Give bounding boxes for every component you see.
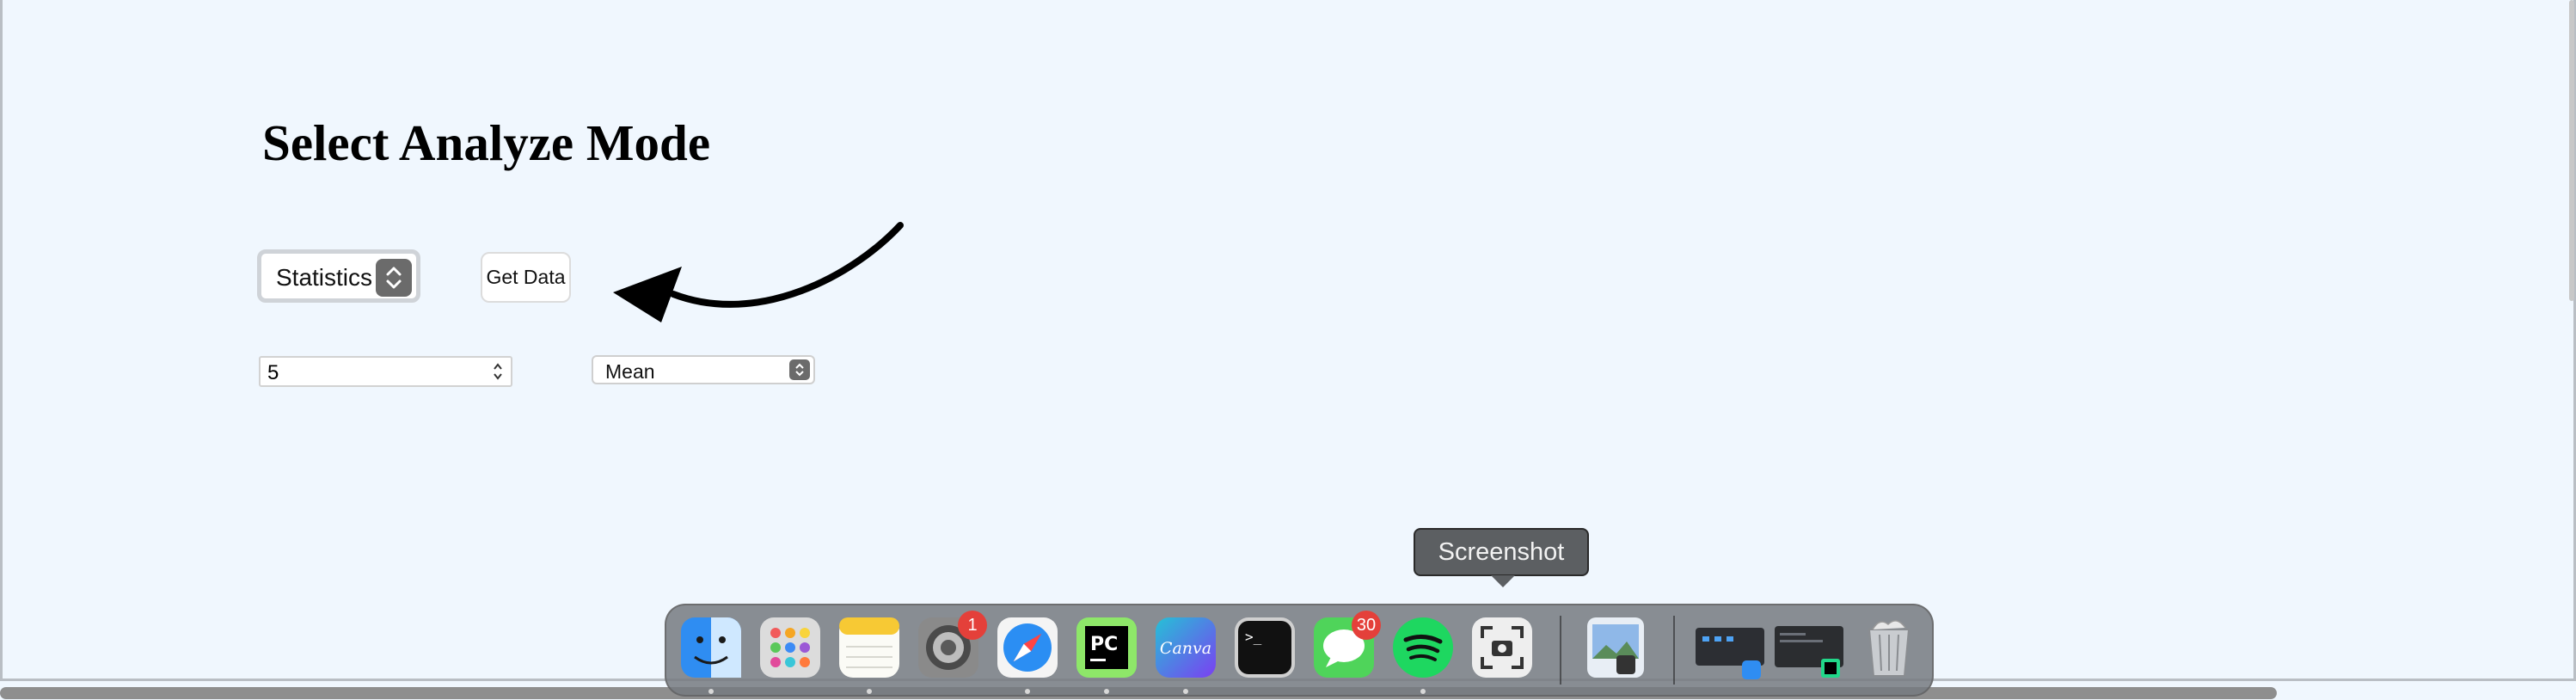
- running-indicator: [867, 689, 872, 694]
- get-data-button[interactable]: Get Data: [481, 252, 571, 303]
- notification-badge: 1: [958, 611, 987, 640]
- vertical-scrollbar[interactable]: [2569, 0, 2574, 301]
- statistic-select-value: Mean: [605, 360, 655, 383]
- dock-tooltip: Screenshot: [1414, 528, 1589, 587]
- preview-icon[interactable]: [1584, 616, 1647, 679]
- running-indicator: [1183, 689, 1188, 694]
- safari-icon[interactable]: [996, 616, 1059, 679]
- chevron-up-down-icon: [376, 259, 412, 297]
- terminal-label: >_: [1245, 629, 1262, 645]
- finder-window-icon[interactable]: [1694, 616, 1768, 679]
- terminal-icon[interactable]: >_: [1233, 616, 1297, 679]
- number-input[interactable]: 5: [259, 356, 512, 387]
- chevron-up-down-icon: [789, 359, 810, 380]
- canva-label: Canva: [1160, 639, 1211, 658]
- pycharm-icon[interactable]: PC: [1075, 616, 1138, 679]
- dock-separator: [1560, 616, 1561, 685]
- arrow-annotation: [613, 222, 904, 322]
- spotify-icon[interactable]: [1391, 616, 1455, 679]
- launchpad-icon[interactable]: [758, 616, 822, 679]
- notification-badge: 30: [1352, 611, 1381, 640]
- running-indicator: [1104, 689, 1109, 694]
- page-title: Select Analyze Mode: [262, 114, 711, 171]
- canva-icon[interactable]: Canva: [1154, 616, 1217, 679]
- web-page: Select Analyze Mode Statistics Get Data …: [0, 0, 2576, 681]
- pycharm-label: PC: [1090, 634, 1118, 655]
- finder-icon[interactable]: [679, 616, 743, 679]
- running-indicator: [1420, 689, 1426, 694]
- analyze-mode-select[interactable]: Statistics: [257, 249, 420, 303]
- notes-icon[interactable]: [837, 616, 901, 679]
- running-indicator: [708, 689, 714, 694]
- screenshot-icon[interactable]: [1470, 616, 1534, 679]
- spin-stepper-icon[interactable]: [492, 360, 504, 383]
- number-input-value: 5: [267, 361, 279, 384]
- analyze-mode-value: Statistics: [276, 264, 373, 291]
- statistic-select[interactable]: Mean: [592, 355, 815, 384]
- pycharm-window-icon[interactable]: [1773, 616, 1847, 679]
- running-indicator: [1025, 689, 1030, 694]
- trash-icon[interactable]: [1857, 616, 1921, 679]
- dock-separator: [1673, 616, 1675, 685]
